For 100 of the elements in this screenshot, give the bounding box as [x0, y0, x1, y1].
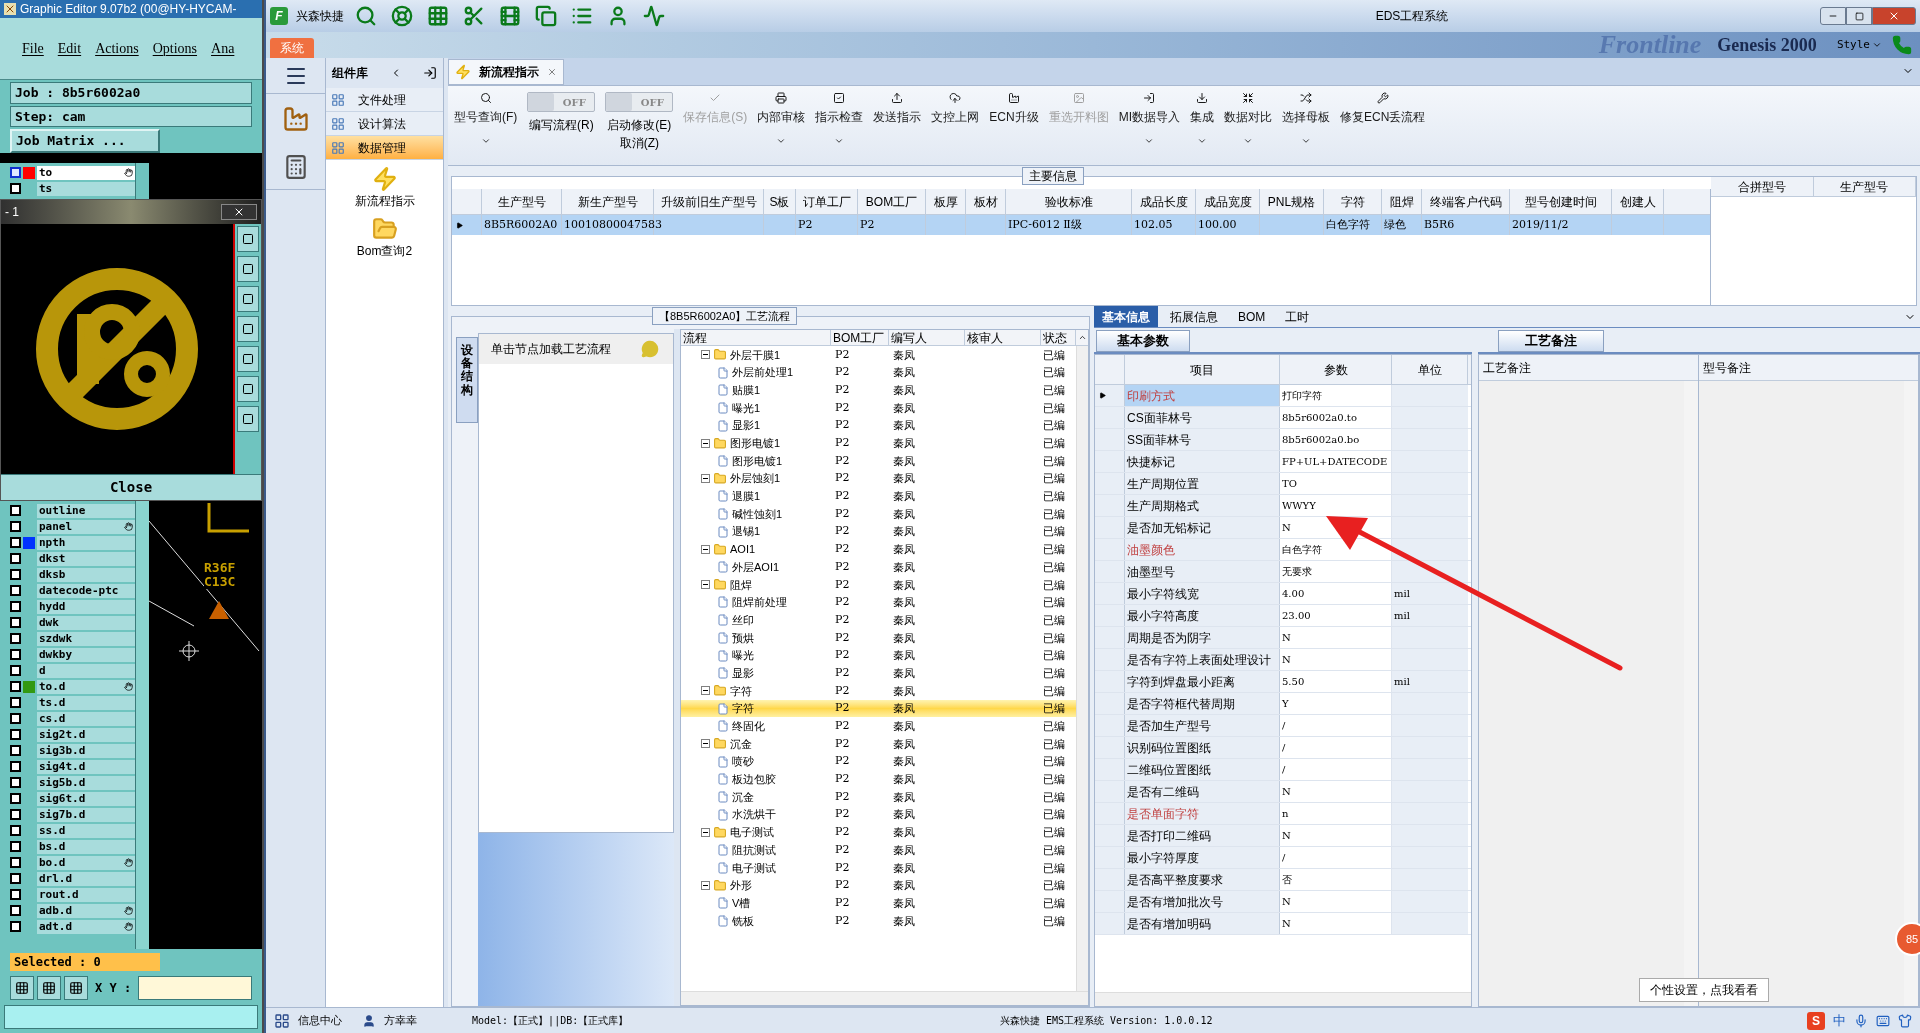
- parameter-value[interactable]: 5.50: [1282, 674, 1305, 689]
- view-tool-button[interactable]: [237, 405, 259, 432]
- xy-input[interactable]: [138, 976, 252, 1000]
- scroll-up-icon[interactable]: [1077, 333, 1087, 342]
- table-row[interactable]: 最小字符线宽 4.00 mil: [1095, 583, 1471, 605]
- tree-row[interactable]: 预烘 P2 秦凤 已编: [681, 629, 1076, 647]
- table-row[interactable]: 识别码位置图纸 /: [1095, 737, 1471, 759]
- column-header[interactable]: 订单工厂: [796, 189, 858, 214]
- draw-tool-button[interactable]: [64, 976, 88, 1000]
- tab[interactable]: BOM: [1230, 306, 1274, 327]
- tree-row[interactable]: 退膜1 P2 秦凤 已编: [681, 487, 1076, 506]
- table-row[interactable]: 是否有增加明码 N: [1095, 913, 1471, 935]
- layer-checkbox[interactable]: [10, 553, 21, 564]
- layer-checkbox[interactable]: [10, 183, 21, 194]
- layer-name[interactable]: panel: [37, 519, 135, 534]
- column-header[interactable]: 编写人: [889, 330, 965, 345]
- status-info-center[interactable]: 信息中心: [298, 1012, 354, 1029]
- column-header[interactable]: 成品宽度: [1196, 189, 1260, 214]
- parameter-value[interactable]: n: [1282, 806, 1289, 821]
- tree-row[interactable]: 曝光1 P2 秦凤 已编: [681, 399, 1076, 417]
- view-tool-button[interactable]: [237, 345, 259, 372]
- column-header[interactable]: 终端客户代码: [1422, 189, 1510, 214]
- tree-row[interactable]: 退锡1 P2 秦凤 已编: [681, 522, 1076, 541]
- layer-name[interactable]: npth: [37, 535, 135, 550]
- layer-name[interactable]: bs.d: [37, 839, 135, 854]
- layer-name[interactable]: sig4t.d: [37, 759, 135, 774]
- layer-name[interactable]: datecode-ptc: [37, 583, 135, 598]
- layer-name[interactable]: szdwk: [37, 631, 135, 646]
- tree-row[interactable]: V槽 P2 秦凤 已编: [681, 894, 1076, 912]
- menu-item[interactable]: Edit: [57, 38, 82, 59]
- column-header[interactable]: 状态: [1041, 330, 1076, 345]
- parameter-value[interactable]: FP+UL+DATECODE: [1282, 454, 1388, 469]
- tree-row[interactable]: 显影1 P2 秦凤 已编: [681, 416, 1076, 435]
- table-row[interactable]: 是否有二维码 N: [1095, 781, 1471, 803]
- input-method-icon[interactable]: S: [1807, 1011, 1825, 1030]
- collapse-toggle-icon[interactable]: [701, 438, 710, 448]
- column-header[interactable]: 流程: [681, 330, 831, 345]
- tree-row[interactable]: 铣板 P2 秦凤 已编: [681, 912, 1076, 930]
- layer-checkbox[interactable]: [10, 857, 21, 868]
- collapse-toggle-icon[interactable]: [701, 880, 710, 890]
- view-tool-button[interactable]: [237, 225, 259, 252]
- column-header[interactable]: 核审人: [965, 330, 1041, 345]
- tree-row[interactable]: 图形电镀1 P2 秦凤 已编: [681, 434, 1076, 453]
- tree-row[interactable]: 喷砂 P2 秦凤 已编: [681, 752, 1076, 771]
- layer-name[interactable]: to: [37, 165, 135, 180]
- layer-name[interactable]: dksb: [37, 567, 135, 582]
- tab[interactable]: 基本参数: [1096, 330, 1190, 352]
- layer-checkbox[interactable]: [10, 649, 21, 660]
- layer-checkbox[interactable]: [10, 729, 21, 740]
- layer-name[interactable]: d: [37, 663, 135, 678]
- parameter-value[interactable]: 白色字符: [1282, 542, 1322, 557]
- layer-checkbox[interactable]: [10, 537, 21, 548]
- view-tool-button[interactable]: [237, 285, 259, 312]
- layer-checkbox[interactable]: [10, 521, 21, 532]
- collapse-toggle-icon[interactable]: [701, 580, 710, 590]
- column-header[interactable]: 生产型号: [1813, 177, 1916, 196]
- layer-checkbox[interactable]: [10, 713, 21, 724]
- toolbar-button[interactable]: 修复ECN丢流程: [1340, 92, 1426, 126]
- parameter-value[interactable]: N: [1282, 828, 1291, 843]
- parameter-value[interactable]: /: [1282, 718, 1286, 733]
- toolbar-button[interactable]: 集成: [1190, 92, 1214, 146]
- parameter-value[interactable]: N: [1282, 916, 1291, 931]
- draw-tool-button[interactable]: [10, 976, 34, 1000]
- layer-checkbox[interactable]: [10, 761, 21, 772]
- toolbar-button[interactable]: 数据对比: [1224, 92, 1272, 146]
- collapse-toggle-icon[interactable]: [701, 544, 710, 554]
- minimize-button[interactable]: [1820, 7, 1846, 25]
- column-header[interactable]: 板材: [966, 189, 1006, 214]
- parameter-value[interactable]: N: [1282, 894, 1291, 909]
- table-row[interactable]: 周期是否为阴字 N: [1095, 627, 1471, 649]
- cancel-button[interactable]: 取消(Z): [619, 134, 659, 152]
- column-header[interactable]: BOM工厂: [831, 330, 889, 345]
- tree-row[interactable]: 曝光 P2 秦凤 已编: [681, 646, 1076, 665]
- tree-row[interactable]: 外形 P2 秦凤 已编: [681, 876, 1076, 895]
- horizontal-scrollbar[interactable]: [1095, 992, 1471, 1006]
- column-header[interactable]: 生产型号: [482, 189, 562, 214]
- menu-item[interactable]: File: [22, 38, 44, 59]
- column-header[interactable]: PNL规格: [1260, 189, 1324, 214]
- tree-row[interactable]: 水洗烘干 P2 秦凤 已编: [681, 805, 1076, 824]
- layer-checkbox[interactable]: [10, 905, 21, 916]
- layer-name[interactable]: to.d: [37, 679, 135, 694]
- tree-row[interactable]: 阻焊 P2 秦凤 已编: [681, 575, 1076, 594]
- parameter-value[interactable]: WWYY: [1282, 498, 1316, 513]
- side-tab[interactable]: 设备结构: [456, 337, 478, 423]
- tab[interactable]: 基本信息: [1094, 306, 1158, 327]
- table-row[interactable]: 8B5R6002A0 10010800047583 P2 P2 IPC-6012 Ⅱ级 102.05 100.00 白色字符 绿色 B5R6 2019/11/2: [452, 215, 1710, 235]
- layer-checkbox[interactable]: [10, 633, 21, 644]
- layer-name[interactable]: dwk: [37, 615, 135, 630]
- module-item[interactable]: 数据管理: [326, 136, 443, 160]
- toolbar-button[interactable]: 发送指示: [873, 92, 922, 126]
- tree-row[interactable]: 终固化 P2 秦凤 已编: [681, 717, 1076, 736]
- layer-checkbox[interactable]: [10, 681, 21, 692]
- table-row[interactable]: 最小字符厚度 /: [1095, 847, 1471, 869]
- module-item[interactable]: 设计算法: [326, 112, 443, 136]
- layer-name[interactable]: adt.d: [37, 919, 135, 934]
- draw-tool-button[interactable]: [37, 976, 61, 1000]
- vertical-scrollbar[interactable]: [135, 162, 149, 199]
- table-row[interactable]: 印刷方式 打印字符: [1095, 385, 1471, 407]
- column-header[interactable]: 创建人: [1612, 189, 1664, 214]
- collapse-toggle-icon[interactable]: [701, 739, 710, 749]
